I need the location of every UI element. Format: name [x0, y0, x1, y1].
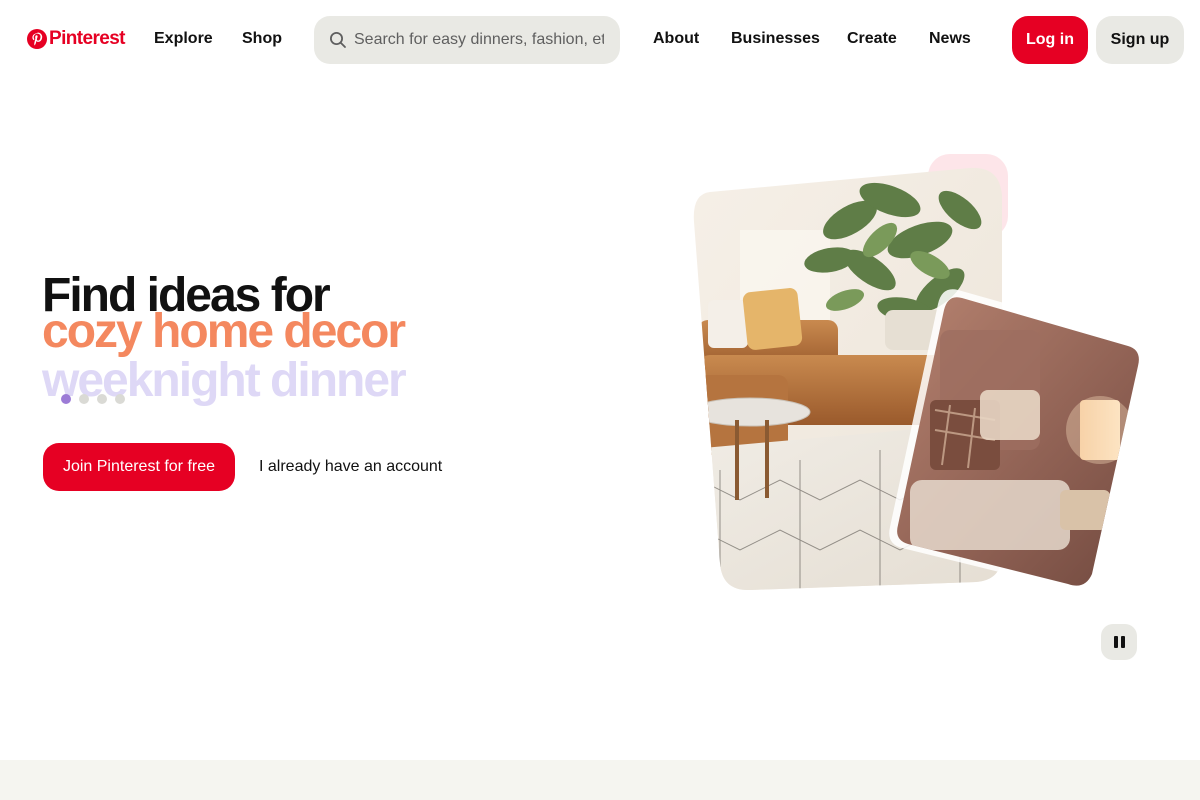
nav-explore[interactable]: Explore [154, 28, 213, 50]
join-button[interactable]: Join Pinterest for free [43, 443, 235, 491]
footer-band [0, 760, 1200, 800]
pause-button[interactable] [1101, 624, 1137, 660]
carousel-dot-2[interactable] [79, 394, 89, 404]
nav-shop[interactable]: Shop [242, 28, 282, 50]
login-button[interactable]: Log in [1012, 16, 1088, 64]
carousel-dot-3[interactable] [97, 394, 107, 404]
search-icon [330, 32, 346, 48]
nav-about[interactable]: About [653, 28, 699, 50]
pinterest-logo[interactable]: Pinterest [27, 28, 126, 50]
search-bar[interactable] [314, 16, 620, 64]
hero-images [693, 154, 1147, 592]
nav-news[interactable]: News [929, 28, 971, 50]
nav-create[interactable]: Create [847, 28, 897, 50]
search-input[interactable] [354, 31, 604, 49]
existing-account-link[interactable]: I already have an account [259, 456, 442, 478]
carousel-dot-4[interactable] [115, 394, 125, 404]
hero-topic-current: cozy home decor [42, 305, 406, 358]
carousel-dot-1[interactable] [61, 394, 71, 404]
site-header: Pinterest Explore Shop About Businesses … [0, 0, 1200, 80]
signup-button[interactable]: Sign up [1096, 16, 1184, 64]
pause-icon [1113, 636, 1125, 648]
hero-image-stack [680, 150, 1160, 600]
pinterest-logo-icon [27, 29, 47, 49]
carousel-dots [61, 394, 125, 404]
brand-name: Pinterest [49, 28, 126, 49]
nav-businesses[interactable]: Businesses [731, 28, 820, 50]
